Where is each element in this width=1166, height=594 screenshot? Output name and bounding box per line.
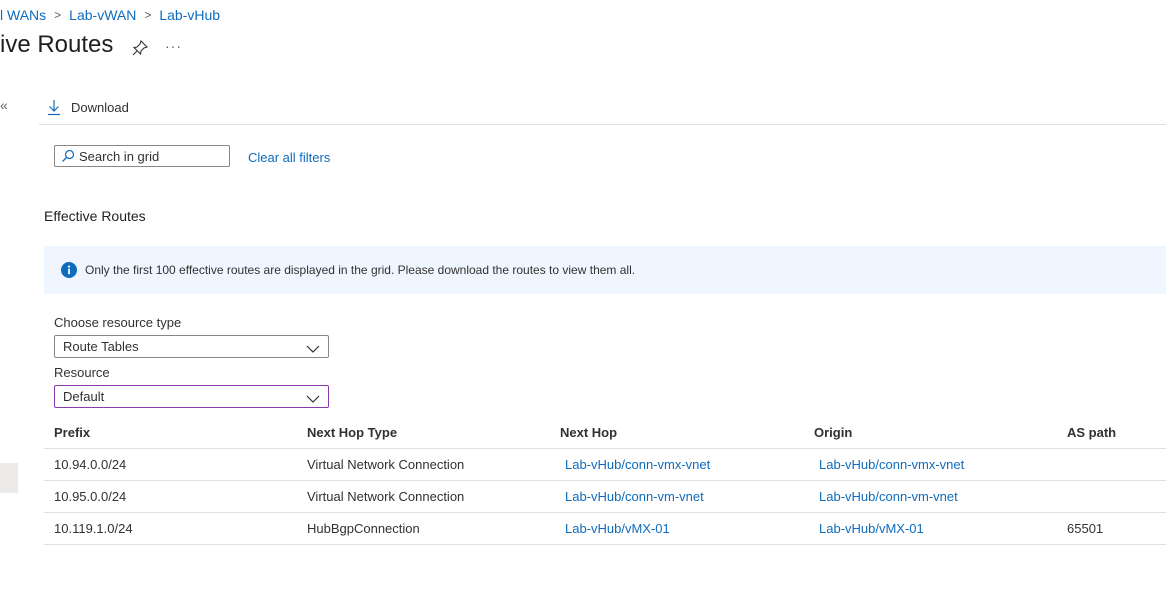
clear-all-filters-link[interactable]: Clear all filters: [248, 150, 330, 165]
resource-value: Default: [63, 389, 105, 404]
resource-type-dropdown[interactable]: Route Tables: [54, 335, 329, 358]
search-icon: [61, 149, 75, 163]
page-title: ive Routes: [0, 31, 114, 58]
command-bar: [39, 96, 1166, 125]
breadcrumb-virtual-wans[interactable]: l WANs: [0, 7, 46, 23]
routes-table: Prefix Next Hop Type Next Hop Origin AS …: [44, 417, 1166, 545]
prefix-cell: 10.119.1.0/24: [54, 521, 133, 536]
table-header-row: Prefix Next Hop Type Next Hop Origin AS …: [44, 417, 1166, 449]
chevron-down-icon: [306, 392, 320, 403]
info-icon: [61, 262, 77, 278]
column-header-as-path[interactable]: AS path: [1067, 417, 1116, 448]
breadcrumb-lab-vwan[interactable]: Lab-vWAN: [69, 7, 136, 23]
menu-item-selected[interactable]: [0, 463, 18, 493]
as-path-cell: 65501: [1067, 521, 1104, 536]
download-button[interactable]: Download: [46, 97, 129, 117]
prefix-cell: 10.94.0.0/24: [54, 457, 127, 472]
pin-icon[interactable]: [131, 39, 149, 57]
breadcrumb-lab-vhub[interactable]: Lab-vHub: [159, 7, 220, 23]
breadcrumb: l WANs > Lab-vWAN > Lab-vHub: [0, 6, 220, 24]
next-hop-link[interactable]: Lab-vHub/conn-vm-vnet: [560, 481, 704, 512]
column-header-next-hop-type[interactable]: Next Hop Type: [307, 417, 397, 448]
resource-type-value: Route Tables: [63, 339, 139, 354]
chevron-right-icon: >: [54, 8, 62, 22]
column-header-prefix[interactable]: Prefix: [54, 417, 90, 448]
info-banner: Only the first 100 effective routes are …: [44, 246, 1166, 294]
section-title: Effective Routes: [44, 208, 146, 224]
prefix-cell: 10.95.0.0/24: [54, 489, 127, 504]
resource-type-label: Choose resource type: [54, 315, 182, 330]
chevron-right-icon: >: [144, 8, 152, 22]
search-input[interactable]: [79, 148, 219, 164]
origin-link[interactable]: Lab-vHub/vMX-01: [814, 513, 924, 544]
origin-link[interactable]: Lab-vHub/conn-vmx-vnet: [814, 449, 964, 480]
next-hop-link[interactable]: Lab-vHub/conn-vmx-vnet: [560, 449, 710, 480]
resource-dropdown[interactable]: Default: [54, 385, 329, 408]
search-box[interactable]: [54, 145, 230, 167]
origin-link[interactable]: Lab-vHub/conn-vm-vnet: [814, 481, 958, 512]
more-options-icon[interactable]: ···: [165, 38, 182, 54]
resource-label: Resource: [54, 365, 110, 380]
column-header-next-hop[interactable]: Next Hop: [560, 417, 617, 448]
table-row: 10.95.0.0/24 Virtual Network Connection …: [44, 481, 1166, 513]
table-row: 10.119.1.0/24 HubBgpConnection Lab-vHub/…: [44, 513, 1166, 545]
collapse-menu-icon[interactable]: «: [0, 97, 8, 113]
download-label: Download: [71, 99, 129, 115]
next-hop-link[interactable]: Lab-vHub/vMX-01: [560, 513, 670, 544]
chevron-down-icon: [306, 342, 320, 353]
column-header-origin[interactable]: Origin: [814, 417, 852, 448]
download-icon: [46, 98, 62, 116]
next-hop-type-cell: Virtual Network Connection: [307, 457, 465, 472]
table-row: 10.94.0.0/24 Virtual Network Connection …: [44, 449, 1166, 481]
next-hop-type-cell: HubBgpConnection: [307, 521, 420, 536]
info-banner-text: Only the first 100 effective routes are …: [85, 263, 636, 277]
next-hop-type-cell: Virtual Network Connection: [307, 489, 465, 504]
